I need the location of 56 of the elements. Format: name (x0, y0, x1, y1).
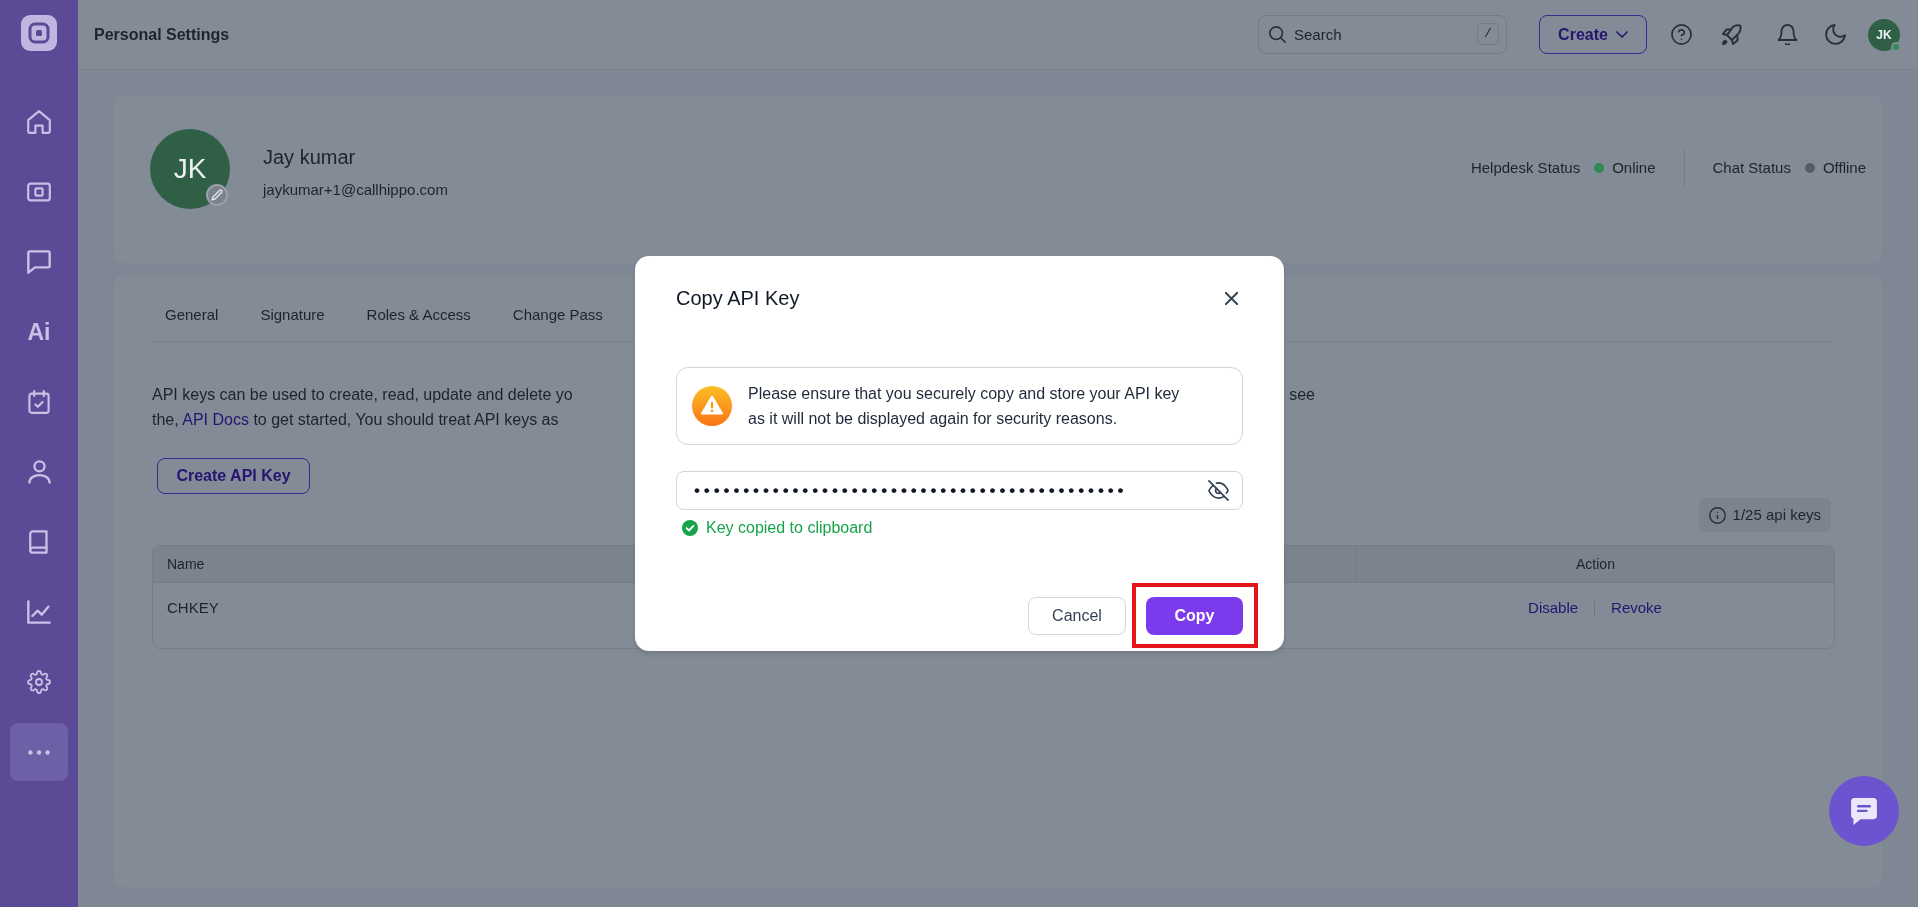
status-label: Chat Status (1712, 157, 1791, 178)
table-action-link[interactable]: Disable (1528, 597, 1579, 620)
description-text: see (1289, 385, 1315, 405)
status-label: Helpdesk Status (1470, 157, 1581, 178)
edit-pencil-icon[interactable] (206, 184, 228, 206)
more-icon (28, 749, 50, 755)
success-message: Key copied to clipboard (706, 518, 873, 538)
cancel-button[interactable]: Cancel (1028, 597, 1126, 635)
person-icon (27, 460, 51, 484)
status-value: Offline (1822, 157, 1866, 178)
settings-tab[interactable]: General (152, 290, 232, 342)
calendar-check-icon (28, 390, 50, 414)
eye-slash-icon[interactable] (1208, 480, 1229, 501)
user-name: Jay kumar (263, 145, 357, 169)
user-avatar[interactable]: JK (1868, 18, 1900, 51)
settings-tab[interactable]: Roles & Access (353, 290, 484, 342)
check-circle-icon (682, 520, 698, 536)
copy-button[interactable]: Copy (1146, 597, 1243, 635)
column-header: Name (166, 554, 206, 574)
api-key-field[interactable]: •••••••••••••••••••••••••••••••••••••••••••• (676, 471, 1243, 510)
warning-text: Please ensure that you securely copy and store your API key as it will not be displayed again for security reasons. (748, 384, 1181, 429)
create-button[interactable]: Create (1539, 15, 1647, 54)
card-icon (27, 182, 51, 202)
column-header: Action (1356, 546, 1834, 582)
user-email: jaykumar+1@callhippo.com (263, 180, 448, 200)
settings-icon (27, 670, 51, 694)
chat-bubble-icon (1851, 797, 1877, 825)
create-api-key-button[interactable]: Create API Key (157, 458, 310, 494)
description-text: the, API Docs to get started, You should treat API keys as (152, 410, 559, 430)
table-cell-text: CHKEY (166, 598, 219, 619)
status-value: Online (1612, 157, 1656, 178)
dialog-title: Copy API Key (676, 286, 800, 311)
sidebar-item[interactable]: Ai (10, 303, 68, 361)
bell-icon[interactable] (1777, 24, 1798, 45)
chat-icon (27, 250, 51, 274)
page-title: Personal Settings (94, 24, 230, 45)
settings-tab[interactable]: Change Pass (499, 290, 616, 342)
info-icon (1708, 506, 1726, 524)
caret-down-icon (1615, 31, 1628, 38)
app-logo-icon[interactable] (21, 15, 57, 51)
settings-tab[interactable]: Signature (247, 290, 338, 342)
description-text: API keys can be used to create, read, update and delete yo (152, 385, 573, 405)
rocket-icon[interactable] (1722, 24, 1743, 45)
close-icon (1224, 291, 1238, 305)
help-icon[interactable] (1671, 24, 1692, 45)
key-count-text: 1/25 api keys (1732, 504, 1821, 525)
table-action-link[interactable]: Revoke (1611, 597, 1662, 620)
home-icon (27, 110, 51, 134)
chart-icon (27, 600, 51, 624)
search-icon (1269, 26, 1286, 43)
shortcut-key: / (1477, 23, 1499, 45)
profile-avatar: JK (150, 129, 230, 209)
api-docs-link[interactable]: API Docs (182, 411, 249, 428)
book-icon (29, 530, 49, 554)
warning-icon (692, 386, 732, 426)
moon-icon[interactable] (1825, 24, 1846, 45)
